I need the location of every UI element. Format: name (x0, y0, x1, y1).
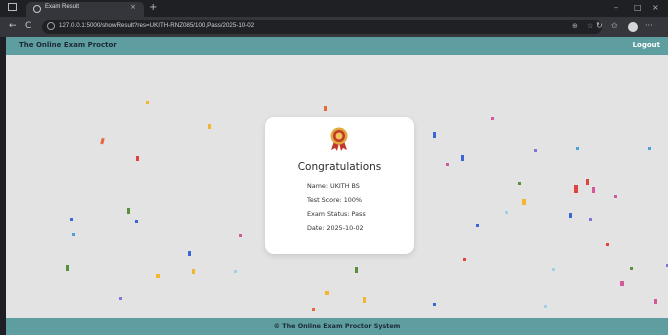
confetti-piece (156, 274, 160, 278)
back-button[interactable]: ← (9, 21, 17, 31)
maximize-button[interactable]: □ (634, 3, 642, 12)
test-score: Test Score: 100% (307, 196, 362, 204)
page-content: The Online Exam Proctor Logout Congratul… (6, 37, 668, 335)
confetti-piece (188, 251, 191, 256)
confetti-piece (239, 234, 242, 237)
confetti-piece (654, 299, 657, 304)
confetti-piece (461, 155, 464, 161)
exam-date: Date: 2025-10-02 (307, 224, 364, 232)
confetti-piece (476, 224, 479, 227)
confetti-piece (433, 132, 436, 138)
confetti-piece (355, 267, 358, 273)
confetti-piece (544, 305, 547, 308)
award-medal-icon (330, 127, 348, 151)
student-name: Name: UKITH BS (307, 182, 360, 190)
zoom-icon[interactable]: ⊕ (572, 22, 578, 30)
more-menu-icon[interactable]: ··· (645, 21, 653, 30)
site-brand[interactable]: The Online Exam Proctor (19, 41, 117, 49)
confetti-piece (574, 185, 578, 193)
confetti-piece (592, 187, 595, 193)
confetti-piece (569, 213, 572, 218)
confetti-piece (70, 218, 73, 221)
confetti-piece (363, 297, 366, 303)
confetti-piece (100, 137, 105, 145)
confetti-piece (522, 199, 526, 205)
confetti-piece (208, 124, 211, 129)
sync-icon[interactable]: ↻ (596, 21, 603, 30)
confetti-piece (518, 182, 521, 185)
browser-window: Exam Result × + – □ × ← C 127.0.0.1:5000… (0, 0, 668, 335)
confetti-piece (66, 265, 69, 271)
confetti-piece (586, 179, 589, 185)
confetti-piece (614, 195, 617, 198)
new-tab-button[interactable]: + (149, 2, 157, 14)
bookmark-star-icon[interactable]: ☆ (587, 22, 593, 30)
confetti-piece (146, 101, 149, 104)
tab-exam-result[interactable]: Exam Result × (26, 2, 144, 17)
tab-close-icon[interactable]: × (130, 3, 136, 11)
confetti-piece (630, 267, 633, 270)
sidebar-toggle-icon[interactable] (8, 3, 17, 11)
result-card: Congratulations Name: UKITH BS Test Scor… (265, 117, 414, 254)
browser-toolbar: ← C 127.0.0.1:5000/showResult?res=UKITH-… (0, 17, 668, 37)
address-bar[interactable]: 127.0.0.1:5000/showResult?res=UKITH-RNZ0… (42, 20, 602, 34)
logout-link[interactable]: Logout (633, 41, 660, 49)
confetti-piece (606, 243, 609, 246)
confetti-piece (463, 258, 466, 261)
confetti-piece (446, 163, 449, 166)
site-navbar: The Online Exam Proctor Logout (6, 37, 668, 55)
confetti-piece (135, 220, 138, 223)
tab-title: Exam Result (45, 4, 80, 10)
confetti-piece (192, 269, 195, 274)
confetti-piece (234, 270, 237, 273)
confetti-piece (312, 308, 315, 311)
confetti-piece (648, 147, 651, 150)
globe-icon (33, 5, 41, 13)
confetti-piece (620, 281, 624, 286)
footer-copyright: © The Online Exam Proctor System (273, 322, 401, 330)
confetti-piece (136, 156, 139, 161)
confetti-piece (72, 233, 75, 236)
tab-strip: Exam Result × + – □ × (0, 0, 668, 17)
confetti-piece (491, 117, 494, 120)
confetti-piece (127, 208, 130, 214)
site-footer: © The Online Exam Proctor System (6, 318, 668, 335)
url-text[interactable]: 127.0.0.1:5000/showResult?res=UKITH-RNZ0… (59, 22, 254, 29)
favorites-icon[interactable]: ✩ (611, 21, 618, 30)
close-window-button[interactable]: × (652, 3, 659, 12)
confetti-piece (534, 149, 537, 152)
exam-status: Exam Status: Pass (307, 210, 366, 218)
confetti-piece (505, 211, 508, 214)
congratulations-heading: Congratulations (297, 161, 382, 173)
reload-button[interactable]: C (25, 21, 31, 31)
confetti-piece (324, 106, 327, 111)
confetti-piece (552, 268, 555, 271)
site-info-icon[interactable] (47, 22, 55, 30)
confetti-piece (433, 303, 436, 306)
minimize-button[interactable]: – (614, 3, 618, 12)
confetti-piece (589, 218, 592, 221)
confetti-piece (119, 297, 122, 300)
confetti-piece (576, 147, 579, 150)
confetti-piece (325, 291, 329, 295)
profile-avatar[interactable] (628, 22, 638, 32)
